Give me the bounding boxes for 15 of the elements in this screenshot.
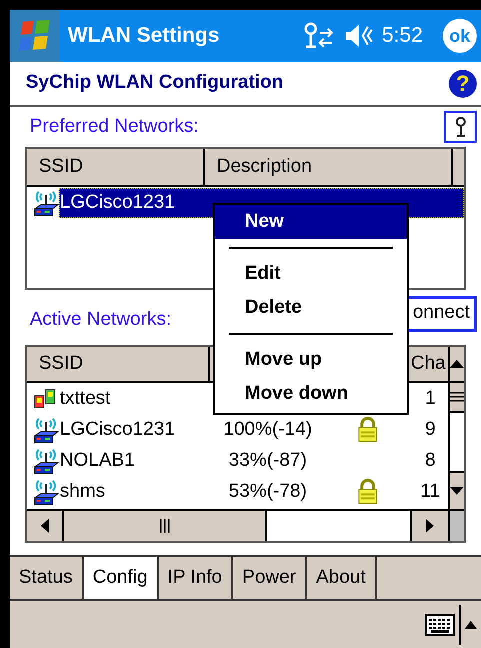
channel-cell: 1: [425, 389, 436, 408]
section-label: Preferred Networks:: [30, 114, 199, 139]
signal-cell: 100%(-14): [224, 420, 312, 439]
section-label: Active Networks:: [30, 308, 172, 332]
window-title: WLAN Settings: [68, 23, 220, 50]
channel-cell: 8: [425, 451, 436, 470]
ssid-cell: shms: [60, 482, 106, 501]
channel-cell: 11: [420, 482, 440, 501]
channel-cell: 9: [425, 420, 436, 439]
ssid-cell: txttest: [60, 389, 111, 408]
app-header-title: SyChip WLAN Configuration: [26, 71, 284, 96]
signal-cell: 53%(-78): [228, 482, 308, 501]
ssid-cell: NOLAB1: [60, 451, 135, 470]
signal-cell: 33%(-87): [228, 451, 308, 470]
ssid-cell: LGCisco1231: [60, 420, 176, 439]
